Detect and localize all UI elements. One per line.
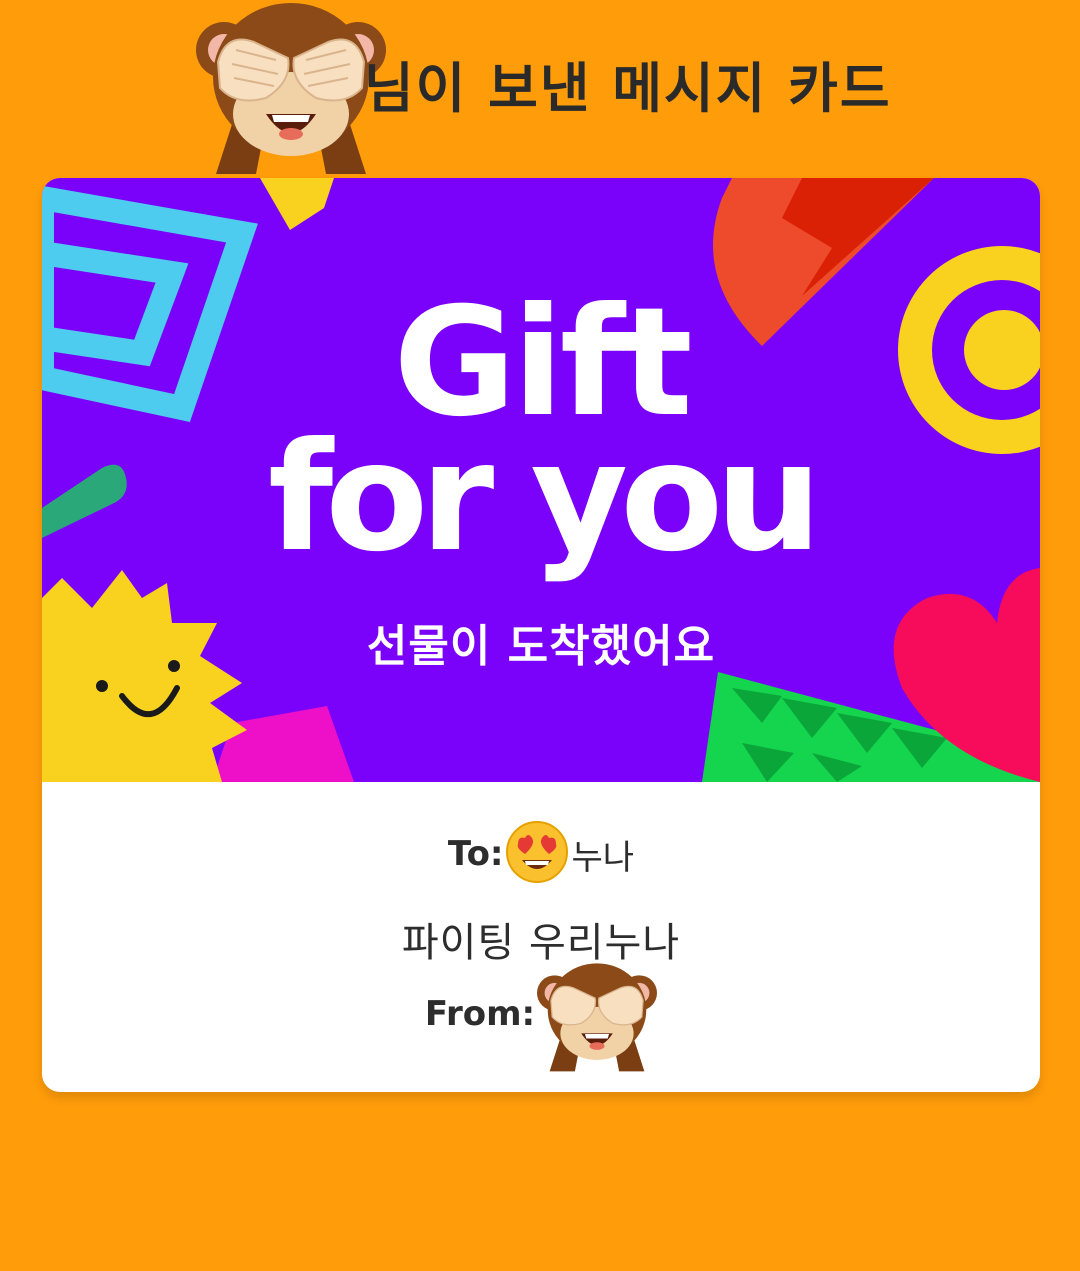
banner-subtitle: 선물이 도착했어요 [366,621,716,672]
page-title: 님이 보낸 메시지 카드 [364,57,892,120]
to-line: To: 누나 [42,820,1040,888]
yellow-shape [260,178,334,230]
magenta-shape [212,706,354,782]
from-line: From: [42,958,1040,1080]
message-area: To: 누나 파이팅 우리누나 From: [42,782,1040,1092]
sun-smiley-shape [42,570,247,782]
see-no-evil-monkey-icon [537,958,658,1080]
recipient-name: 누나 [571,837,635,878]
to-label: To: [447,834,504,874]
gift-banner: Gift for you 선물이 도착했어요 [42,178,1040,782]
heart-eyes-face-icon [504,820,570,888]
gift-message-card: Gift for you 선물이 도착했어요 To: 누나 파이팅 우리누나 F… [42,178,1040,1092]
see-no-evil-monkey-icon [196,2,386,174]
from-label: From: [424,994,536,1034]
banner-headline-for-you: for you [267,411,822,585]
